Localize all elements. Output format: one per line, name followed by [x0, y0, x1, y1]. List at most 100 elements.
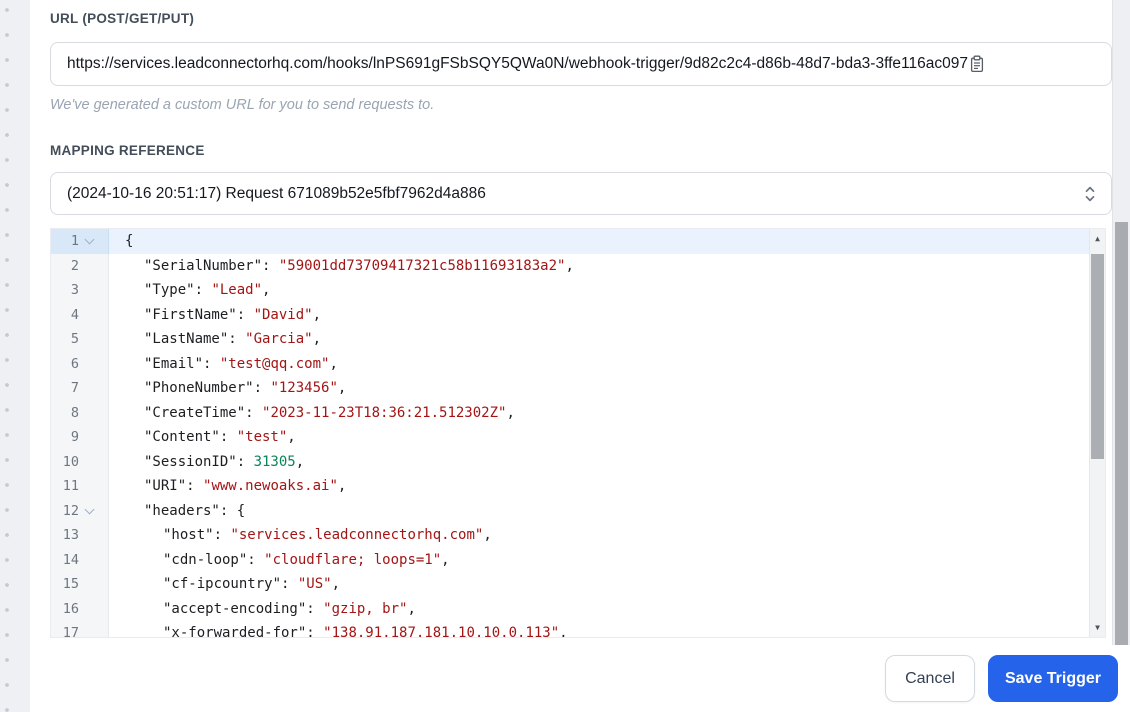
editor-gutter: 4: [51, 302, 109, 327]
editor-line-12[interactable]: 12 "headers": {: [51, 498, 1089, 524]
code-token: :: [236, 453, 254, 470]
editor-line-7[interactable]: 7 "PhoneNumber": "123456",: [51, 376, 1089, 401]
line-number: 12: [62, 502, 79, 519]
line-number: 4: [70, 306, 79, 323]
editor-scrollbar[interactable]: ▲ ▼: [1089, 229, 1105, 637]
code-token: :: [262, 257, 279, 274]
code-token: ,: [312, 306, 322, 323]
editor-line-5[interactable]: 5 "LastName": "Garcia",: [51, 327, 1089, 352]
code-token: :: [213, 527, 231, 543]
editor-line-8[interactable]: 8 "CreateTime": "2023-11-23T18:36:21.5123…: [51, 400, 1089, 426]
editor-line-16[interactable]: 16 "accept-encoding": "gzip, br",: [51, 596, 1089, 622]
code-line-content[interactable]: "SerialNumber": "59001dd73709417321c58b1…: [109, 254, 574, 279]
code-line-content[interactable]: "LastName": "Garcia",: [109, 327, 321, 352]
code-line-content[interactable]: "x-forwarded-for": "138.91.187.181,10.10…: [109, 621, 568, 638]
url-input[interactable]: https://services.leadconnectorhq.com/hoo…: [50, 42, 1112, 86]
code-token: ,: [287, 429, 296, 445]
url-helper-text: We've generated a custom URL for you to …: [50, 97, 435, 113]
code-token: ,: [483, 527, 492, 543]
editor-line-14[interactable]: 14 "cdn-loop": "cloudflare; loops=1",: [51, 547, 1089, 573]
modal-footer: Cancel Save Trigger: [30, 645, 1130, 712]
editor-scrollbar-thumb[interactable]: [1091, 254, 1104, 459]
fold-slot: [79, 504, 99, 515]
editor-lines: 1{2 "SerialNumber": "59001dd73709417321c5…: [51, 229, 1089, 638]
copy-url-icon[interactable]: [969, 55, 985, 73]
code-line-content[interactable]: {: [109, 229, 133, 254]
code-token: 31305: [253, 453, 296, 470]
code-line-content[interactable]: "FirstName": "David",: [109, 303, 321, 328]
code-token: "gzip, br": [323, 600, 408, 617]
line-number: 10: [62, 453, 79, 470]
modal-body-scrollbar-thumb[interactable]: [1115, 222, 1128, 645]
code-token: "cf-ipcountry": [163, 576, 282, 592]
editor-gutter: 7: [51, 376, 109, 401]
code-token: "PhoneNumber": [144, 380, 254, 396]
code-token: ,: [331, 576, 341, 592]
editor-line-9[interactable]: 9 "Content": "test",: [51, 425, 1089, 450]
editor-gutter: 14: [51, 547, 109, 572]
code-token: "x-forwarded-for": [163, 625, 307, 638]
code-token: "services.leadconnectorhq.com": [230, 527, 484, 543]
code-token: ,: [262, 282, 271, 298]
code-token: :: [245, 404, 263, 421]
code-line-content[interactable]: "headers": {: [109, 499, 245, 524]
code-line-content[interactable]: "CreateTime": "2023-11-23T18:36:21.51230…: [109, 401, 515, 426]
editor-scroll-down-icon[interactable]: ▼: [1090, 620, 1105, 635]
code-token: ,: [337, 478, 347, 494]
editor-line-1[interactable]: 1{: [51, 229, 1089, 254]
line-number: 5: [70, 331, 79, 347]
code-token: ,: [337, 380, 347, 396]
editor-gutter: 13: [51, 523, 109, 548]
editor-line-11[interactable]: 11 "URI": "www.newoaks.ai",: [51, 474, 1089, 499]
editor-line-3[interactable]: 3 "Type": "Lead",: [51, 278, 1089, 303]
code-token: ,: [441, 551, 450, 568]
code-token: :: [203, 355, 220, 372]
code-token: "138.91.187.181,10.10.0.113": [323, 625, 560, 638]
code-line-content[interactable]: "Content": "test",: [109, 425, 296, 450]
json-code-editor[interactable]: 1{2 "SerialNumber": "59001dd73709417321c5…: [50, 228, 1106, 638]
code-token: "SessionID": [144, 453, 237, 470]
code-token: :: [247, 551, 265, 568]
code-line-content[interactable]: "accept-encoding": "gzip, br",: [109, 597, 416, 622]
code-token: ,: [565, 257, 574, 274]
editor-scroll-up-icon[interactable]: ▲: [1090, 231, 1105, 246]
fold-slot: [79, 234, 99, 245]
code-token: ,: [559, 625, 568, 638]
code-line-content[interactable]: "Type": "Lead",: [109, 278, 270, 303]
line-number: 17: [62, 625, 79, 638]
cancel-button[interactable]: Cancel: [885, 655, 975, 702]
code-token: "LastName": [144, 331, 229, 347]
code-line-content[interactable]: "cf-ipcountry": "US",: [109, 572, 340, 597]
fold-chevron-icon[interactable]: [84, 504, 94, 515]
editor-line-17[interactable]: 17 "x-forwarded-for": "138.91.187.181,10.…: [51, 621, 1089, 638]
code-token: "www.newoaks.ai": [203, 478, 338, 494]
editor-line-6[interactable]: 6 "Email": "test@qq.com",: [51, 351, 1089, 377]
editor-line-2[interactable]: 2 "SerialNumber": "59001dd73709417321c58b…: [51, 253, 1089, 279]
mapping-reference-select[interactable]: (2024-10-16 20:51:17) Request 671089b52e…: [50, 172, 1112, 215]
fold-chevron-icon[interactable]: [84, 234, 94, 245]
code-token: "123456": [270, 380, 338, 396]
code-token: :: [228, 331, 246, 347]
save-trigger-button[interactable]: Save Trigger: [988, 655, 1118, 702]
code-token: "URI": [144, 478, 187, 494]
code-token: :: [236, 306, 254, 323]
select-updown-chevron-icon: [1083, 183, 1097, 205]
code-token: "SerialNumber": [144, 257, 263, 274]
code-line-content[interactable]: "PhoneNumber": "123456",: [109, 376, 346, 401]
modal-body-scrollbar[interactable]: [1112, 0, 1130, 645]
editor-line-10[interactable]: 10 "SessionID": 31305,: [51, 449, 1089, 475]
editor-line-13[interactable]: 13 "host": "services.leadconnectorhq.com"…: [51, 523, 1089, 548]
code-token: "David": [253, 306, 313, 323]
code-token: ,: [312, 331, 322, 347]
code-line-content[interactable]: "host": "services.leadconnectorhq.com",: [109, 523, 492, 548]
code-token: "test@qq.com": [219, 355, 330, 372]
code-line-content[interactable]: "cdn-loop": "cloudflare; loops=1",: [109, 548, 450, 573]
code-token: ,: [407, 600, 416, 617]
editor-line-15[interactable]: 15 "cf-ipcountry": "US",: [51, 572, 1089, 597]
code-line-content[interactable]: "URI": "www.newoaks.ai",: [109, 474, 346, 499]
line-number: 7: [70, 380, 79, 396]
editor-line-4[interactable]: 4 "FirstName": "David",: [51, 302, 1089, 328]
code-token: :: [253, 380, 271, 396]
code-line-content[interactable]: "SessionID": 31305,: [109, 450, 304, 475]
code-line-content[interactable]: "Email": "test@qq.com",: [109, 352, 338, 377]
